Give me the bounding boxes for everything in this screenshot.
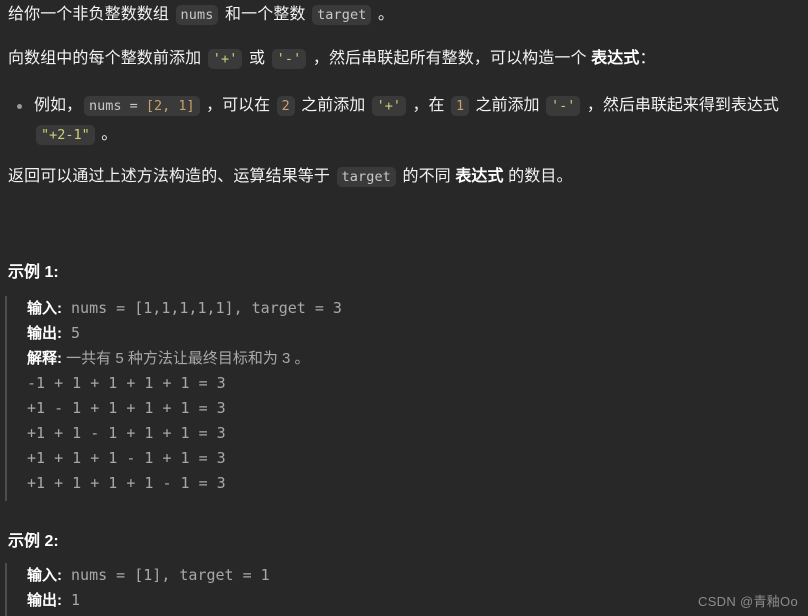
example-1-input-line: 输入: nums = [1,1,1,1,1], target = 3: [27, 296, 785, 321]
example-2-input-label: 输入:: [27, 567, 62, 584]
paragraph-intro-text-3: 。: [373, 6, 395, 23]
example-1-explain-label: 解释:: [27, 350, 62, 367]
code-token-one: 1: [455, 98, 465, 114]
code-token-equals: =: [121, 98, 146, 114]
example-1-equation: -1 + 1 + 1 + 1 + 1 = 3: [27, 374, 226, 392]
example-1-output-line: 输出: 5: [27, 321, 785, 346]
code-chip-expression-result: "+2-1": [36, 125, 95, 145]
paragraph-rules-text-4: ：: [639, 50, 656, 67]
example-1-output-label: 输出:: [27, 325, 62, 342]
code-token-target: target: [317, 7, 367, 23]
code-token-plus: '+': [212, 51, 238, 67]
bullet-dot-icon: [17, 104, 22, 109]
bold-expression-term-1: 表达式: [591, 50, 640, 67]
code-chip-target-2: target: [336, 167, 396, 187]
paragraph-return-text-1: 返回可以通过上述方法构造的、运算结果等于: [8, 168, 335, 185]
code-chip-number-two: 2: [276, 96, 295, 116]
example-2-input-line: 输入: nums = [1], target = 1: [27, 563, 785, 588]
example-1-explain-value: 一共有 5 种方法让最终目标和为 3 。: [62, 350, 310, 367]
paragraph-rules-text-2: 或: [244, 50, 270, 67]
code-chip-plus-sign-2: '+': [371, 96, 407, 116]
code-token-nums-var: nums: [89, 98, 122, 114]
paragraph-intro-text-1: 给你一个非负整数数组: [8, 6, 174, 23]
example-1-equation: +1 + 1 - 1 + 1 + 1 = 3: [27, 424, 226, 442]
code-token-minus: '-': [276, 51, 302, 67]
example-1-explain-line: 解释: 一共有 5 种方法让最终目标和为 3 。: [27, 346, 785, 371]
bullet-text-6: ，然后串联起来得到表达式: [582, 97, 779, 114]
code-token-target-2: target: [341, 169, 391, 185]
code-chip-nums-assignment: nums = [2, 1]: [84, 96, 200, 116]
paragraph-return-text-3: 的数目。: [503, 168, 573, 185]
code-token-minus-2: '-': [551, 98, 576, 114]
code-chip-number-one: 1: [450, 96, 470, 116]
bullet-text-5: 之前添加: [471, 97, 544, 114]
bullet-text-3: 之前添加: [296, 97, 370, 114]
example-1-input-label: 输入:: [27, 300, 62, 317]
paragraph-return: 返回可以通过上述方法构造的、运算结果等于 target 的不同 表达式 的数目。: [8, 163, 573, 191]
code-chip-plus-sign: '+': [207, 49, 243, 69]
example-2-output-label: 输出:: [27, 592, 62, 609]
paragraph-rules: 向数组中的每个整数前添加 '+' 或 '-' ，然后串联起所有整数，可以构造一个…: [8, 45, 656, 73]
example-1-input-value: nums = [1,1,1,1,1], target = 3: [62, 299, 342, 317]
example-2-input-value: nums = [1], target = 1: [62, 566, 270, 584]
code-chip-minus-sign-2: '-': [546, 96, 581, 116]
example-1-equation: +1 + 1 + 1 - 1 + 1 = 3: [27, 449, 226, 467]
example-2-output-line: 输出: 1: [27, 588, 785, 613]
list-item: 例如， nums = [2, 1] ，可以在 2 之前添加 '+' ，在 1 之前…: [8, 91, 798, 149]
paragraph-return-text-2: 的不同: [397, 168, 456, 185]
code-token-expression: "+2-1": [41, 127, 90, 143]
example-1-equation: +1 - 1 + 1 + 1 + 1 = 3: [27, 399, 226, 417]
bullet-text-2: ，可以在: [201, 97, 275, 114]
code-chip-minus-sign: '-': [271, 49, 307, 69]
problem-statement-page: 给你一个非负整数数组 nums 和一个整数 target 。 向数组中的每个整数…: [0, 0, 808, 616]
bullet-text-4: ，在: [408, 97, 449, 114]
code-token-array: [2, 1]: [145, 98, 195, 114]
code-token-plus-2: '+': [376, 98, 402, 114]
code-token-nums: nums: [180, 7, 214, 23]
example-1-block: 输入: nums = [1,1,1,1,1], target = 3 输出: 5…: [5, 296, 785, 501]
csdn-watermark: CSDN @青釉Oo: [698, 594, 798, 609]
example-1-output-value: 5: [62, 324, 81, 342]
paragraph-intro: 给你一个非负整数数组 nums 和一个整数 target 。: [8, 1, 394, 29]
code-chip-target: target: [312, 5, 372, 25]
code-token-two: 2: [281, 98, 290, 114]
example-2-output-value: 1: [62, 591, 81, 609]
paragraph-rules-text-1: 向数组中的每个整数前添加: [8, 50, 206, 67]
example-2-heading: 示例 2:: [8, 533, 59, 550]
code-chip-nums: nums: [175, 5, 219, 25]
bullet-text-1: 例如，: [34, 97, 83, 114]
example-2-block: 输入: nums = [1], target = 1 输出: 1: [5, 563, 785, 616]
example-bullet-list: 例如， nums = [2, 1] ，可以在 2 之前添加 '+' ，在 1 之前…: [8, 91, 798, 149]
example-1-heading: 示例 1:: [8, 264, 59, 281]
bold-expression-term-2: 表达式: [455, 168, 504, 185]
example-1-equation: +1 + 1 + 1 + 1 - 1 = 3: [27, 474, 226, 492]
paragraph-rules-text-3: ，然后串联起所有整数，可以构造一个: [308, 50, 592, 67]
bullet-text-7: 。: [96, 126, 118, 143]
paragraph-intro-text-2: 和一个整数: [220, 6, 311, 23]
